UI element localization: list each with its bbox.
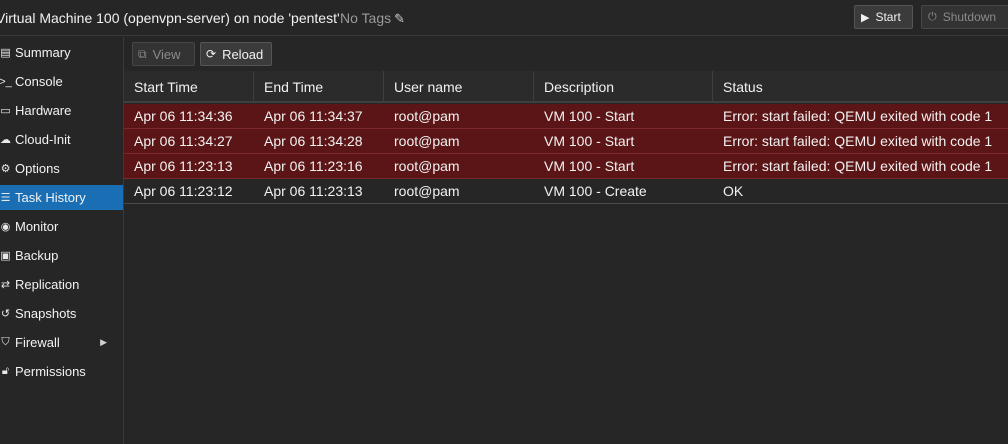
- shutdown-button[interactable]: ⏻ Shutdown: [921, 5, 1008, 29]
- summary-icon: ▤: [0, 47, 11, 59]
- page-title: Virtual Machine 100 (openvpn-server) on …: [0, 10, 340, 26]
- sidebar-item-label: Options: [15, 161, 60, 176]
- list-icon: ☰: [0, 192, 11, 204]
- sidebar-item-label: Snapshots: [15, 306, 77, 321]
- unlock-icon: 🔓︎: [1, 365, 10, 377]
- header: Virtual Machine 100 (openvpn-server) on …: [0, 0, 1008, 36]
- table-row[interactable]: Apr 06 11:34:36 Apr 06 11:34:37 root@pam…: [124, 104, 1008, 129]
- floppy-icon: ▣: [0, 250, 11, 262]
- gear-icon: ⚙: [0, 163, 11, 175]
- cell-description: VM 100 - Start: [544, 133, 635, 149]
- refresh-icon: ⟳: [206, 47, 217, 61]
- sidebar-item-options[interactable]: ⚙ Options: [0, 156, 123, 181]
- cell-start-time: Apr 06 11:34:27: [134, 133, 233, 149]
- column-header-user-name[interactable]: User name: [384, 71, 534, 103]
- sidebar-item-label: Replication: [15, 277, 80, 292]
- grid-header: Start Time End Time User name Descriptio…: [124, 71, 1008, 103]
- cell-start-time: Apr 06 11:34:36: [134, 108, 233, 124]
- sidebar-item-label: Hardware: [15, 103, 72, 118]
- tags-editor[interactable]: No Tags ✎: [340, 10, 405, 27]
- column-header-end-time[interactable]: End Time: [254, 71, 384, 103]
- chevron-right-icon[interactable]: ▶: [100, 337, 107, 348]
- console-icon: >_: [0, 75, 12, 88]
- cell-user-name: root@pam: [394, 158, 460, 174]
- cell-status: Error: start failed: QEMU exited with co…: [723, 133, 993, 149]
- desktop-icon: ▭: [0, 105, 11, 117]
- shutdown-button-label: Shutdown: [942, 10, 997, 24]
- eye-icon: ◉: [0, 221, 11, 233]
- window-restore-icon: ⧉: [138, 46, 147, 61]
- power-icon: ⏻: [928, 10, 937, 23]
- tags-label: No Tags: [340, 10, 392, 26]
- table-row[interactable]: Apr 06 11:23:12 Apr 06 11:23:13 root@pam…: [124, 179, 1008, 204]
- cell-end-time: Apr 06 11:23:13: [264, 183, 363, 199]
- view-button[interactable]: ⧉ View: [132, 42, 195, 66]
- sidebar-item-hardware[interactable]: ▭ Hardware: [0, 98, 123, 123]
- sidebar-item-label: Task History: [15, 190, 86, 205]
- sidebar-item-permissions[interactable]: 🔓︎ Permissions: [0, 359, 123, 384]
- task-history-grid: Start Time End Time User name Descriptio…: [124, 71, 1008, 444]
- table-row[interactable]: Apr 06 11:23:13 Apr 06 11:23:16 root@pam…: [124, 154, 1008, 179]
- sidebar-item-monitor[interactable]: ◉ Monitor: [0, 214, 123, 239]
- sidebar-item-label: Backup: [15, 248, 59, 263]
- sidebar-item-label: Firewall: [15, 335, 60, 350]
- cloud-icon: ☁: [0, 134, 11, 146]
- sidebar-item-console[interactable]: >_ Console: [0, 69, 123, 94]
- cell-description: VM 100 - Create: [544, 183, 647, 199]
- reload-button-label: Reload: [222, 46, 264, 62]
- column-header-description[interactable]: Description: [534, 71, 713, 103]
- cell-user-name: root@pam: [394, 183, 460, 199]
- cell-end-time: Apr 06 11:34:37: [264, 108, 363, 124]
- cell-description: VM 100 - Start: [544, 158, 635, 174]
- toolbar: ⧉ View ⟳ Reload: [124, 37, 1008, 70]
- sidebar-item-label: Permissions: [15, 364, 86, 379]
- cell-description: VM 100 - Start: [544, 108, 635, 124]
- view-button-label: View: [152, 46, 181, 62]
- sidebar-item-firewall[interactable]: ⛉ Firewall ▶: [0, 330, 123, 355]
- sidebar-item-snapshots[interactable]: ↺ Snapshots: [0, 301, 123, 326]
- sidebar-item-replication[interactable]: ⇄ Replication: [0, 272, 123, 297]
- start-button[interactable]: ▶ Start: [854, 5, 913, 29]
- sidebar-item-cloud-init[interactable]: ☁ Cloud-Init: [0, 127, 123, 152]
- cell-start-time: Apr 06 11:23:12: [134, 183, 233, 199]
- sidebar-item-label: Monitor: [15, 219, 59, 234]
- cell-user-name: root@pam: [394, 133, 460, 149]
- column-header-start-time[interactable]: Start Time: [124, 71, 254, 103]
- sidebar-item-summary[interactable]: ▤ Summary: [0, 40, 123, 65]
- cell-status: OK: [723, 183, 744, 199]
- cell-status: Error: start failed: QEMU exited with co…: [723, 158, 993, 174]
- sidebar-item-label: Summary: [15, 45, 71, 60]
- cell-end-time: Apr 06 11:23:16: [264, 158, 363, 174]
- start-button-label: Start: [875, 10, 901, 24]
- reload-button[interactable]: ⟳ Reload: [200, 42, 272, 66]
- cell-status: Error: start failed: QEMU exited with co…: [723, 108, 993, 124]
- shield-icon: ⛉: [1, 336, 10, 348]
- retweet-icon: ⇄: [0, 279, 11, 291]
- cell-user-name: root@pam: [394, 108, 460, 124]
- sidebar-item-backup[interactable]: ▣ Backup: [0, 243, 123, 268]
- sidebar-item-label: Console: [15, 74, 63, 89]
- sidebar: ▤ Summary >_ Console ▭ Hardware ☁ Cloud-…: [0, 37, 124, 444]
- column-header-status[interactable]: Status: [713, 71, 1008, 103]
- table-row[interactable]: Apr 06 11:34:27 Apr 06 11:34:28 root@pam…: [124, 129, 1008, 154]
- sidebar-item-task-history[interactable]: ☰ Task History: [0, 185, 123, 210]
- cell-start-time: Apr 06 11:23:13: [134, 158, 233, 174]
- play-icon: ▶: [861, 11, 870, 24]
- history-icon: ↺: [0, 308, 11, 320]
- sidebar-item-label: Cloud-Init: [15, 132, 71, 147]
- cell-end-time: Apr 06 11:34:28: [264, 133, 363, 149]
- pencil-icon: ✎: [394, 11, 406, 26]
